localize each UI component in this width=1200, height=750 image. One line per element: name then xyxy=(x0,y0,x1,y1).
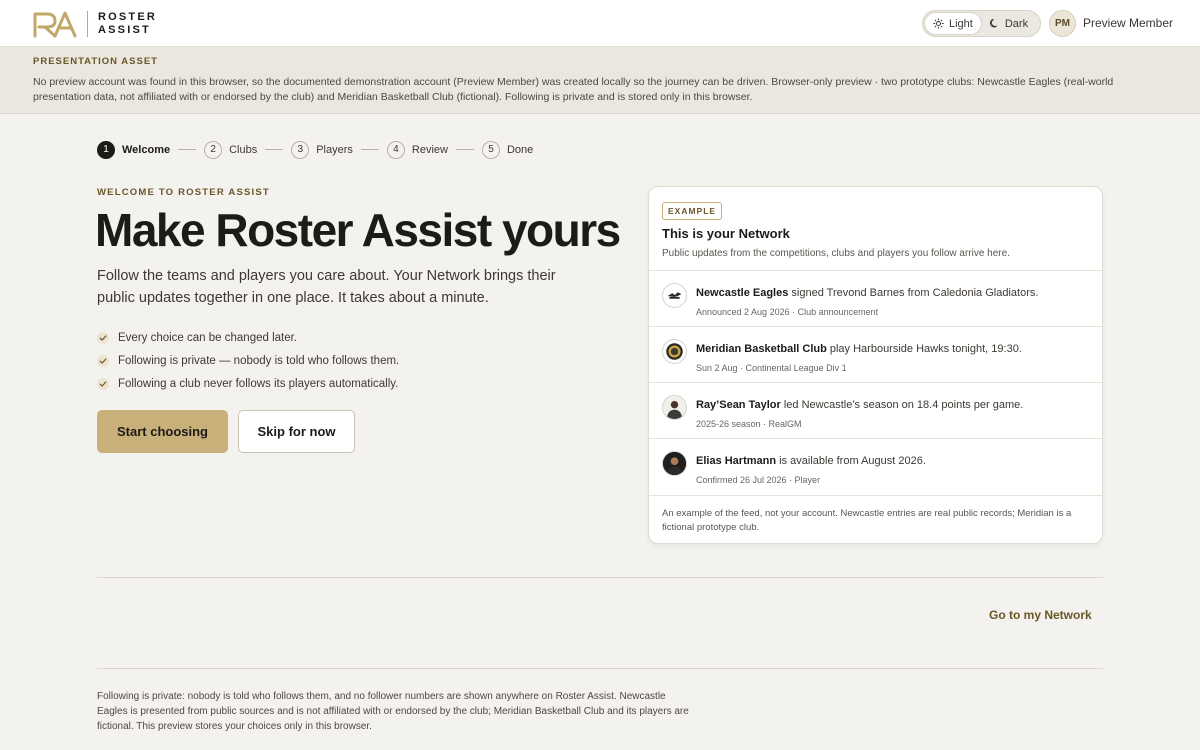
eagles-logo-icon xyxy=(662,283,687,308)
step-done[interactable]: 5 Done xyxy=(481,140,534,159)
step-review[interactable]: 4 Review xyxy=(386,140,448,159)
ra-monogram-icon xyxy=(33,11,77,38)
theme-dark-button[interactable]: Dark xyxy=(981,13,1036,34)
brand-wordmark: ROSTER ASSIST xyxy=(98,11,157,37)
logo-divider xyxy=(87,11,88,37)
check-icon xyxy=(97,331,109,344)
feed-meta: Confirmed 26 Jul 2026 · Player xyxy=(696,475,821,485)
step-welcome[interactable]: 1 Welcome xyxy=(97,140,171,159)
banner-title: PRESENTATION ASSET xyxy=(33,56,158,67)
step-label: Review xyxy=(411,143,448,156)
example-feed: Newcastle Eagles signed Trevond Barnes f… xyxy=(649,270,1102,496)
feed-subject[interactable]: Ray’Sean Taylor xyxy=(696,399,781,411)
user-name[interactable]: Preview Member xyxy=(1083,16,1173,30)
divider xyxy=(97,668,1103,669)
go-to-network-link[interactable]: Go to my Network xyxy=(989,608,1092,622)
list-item-text: Every choice can be changed later. xyxy=(118,331,298,344)
step-players[interactable]: 3 Players xyxy=(291,140,353,159)
feed-item: Ray’Sean Taylor led Newcastle’s season o… xyxy=(649,382,1102,438)
sun-icon xyxy=(933,18,944,29)
feed-item: Elias Hartmann is available from August … xyxy=(649,438,1102,496)
theme-light-label: Light xyxy=(949,17,973,30)
moon-icon xyxy=(989,18,997,28)
skip-for-now-button[interactable]: Skip for now xyxy=(238,410,355,453)
player-photo-icon xyxy=(662,395,687,420)
hero-eyebrow: WELCOME TO ROSTER ASSIST xyxy=(97,187,270,198)
banner-text: No preview account was found in this bro… xyxy=(33,76,1114,103)
feed-item: Newcastle Eagles signed Trevond Barnes f… xyxy=(649,270,1102,326)
feed-meta: 2025-26 season · RealGM xyxy=(696,419,802,429)
presentation-banner: PRESENTATION ASSET No preview account wa… xyxy=(0,47,1200,114)
step-number: 5 xyxy=(481,140,500,159)
step-number: 3 xyxy=(291,140,310,159)
step-connector xyxy=(178,149,197,150)
example-network-card: EXAMPLE This is your Network Public upda… xyxy=(648,186,1103,544)
footer-privacy-note: Following is private: nobody is told who… xyxy=(97,691,689,732)
list-item-text: Following a club never follows its playe… xyxy=(118,377,399,390)
card-title: This is your Network xyxy=(662,226,790,241)
feed-text: Elias Hartmann is available from August … xyxy=(696,455,926,467)
theme-dark-label: Dark xyxy=(1004,17,1029,30)
feed-body: is available from August 2026. xyxy=(776,455,926,467)
user-avatar[interactable]: PM xyxy=(1049,10,1076,37)
step-label: Done xyxy=(506,143,534,156)
hero-subtitle: Follow the teams and players you care ab… xyxy=(97,268,556,306)
step-label: Clubs xyxy=(229,143,258,156)
feed-meta: Announced 2 Aug 2026 · Club announcement xyxy=(696,307,879,317)
onboarding-stepper: 1 Welcome 2 Clubs 3 Players 4 Review 5 D… xyxy=(97,140,533,159)
step-number: 4 xyxy=(386,140,405,159)
feed-text: Meridian Basketball Club play Harboursid… xyxy=(696,343,1022,355)
player-photo-icon xyxy=(662,451,687,476)
list-item: Every choice can be changed later. xyxy=(97,326,399,349)
feed-item: Meridian Basketball Club play Harboursid… xyxy=(649,326,1102,382)
list-item: Following a club never follows its playe… xyxy=(97,372,399,395)
step-number: 1 xyxy=(97,140,115,159)
step-label: Players xyxy=(316,143,353,156)
brand-line-2: ASSIST xyxy=(98,24,151,36)
check-icon xyxy=(97,377,109,390)
feed-meta: Sun 2 Aug · Continental League Div 1 xyxy=(696,363,847,373)
card-subtitle: Public updates from the competitions, cl… xyxy=(662,248,1010,259)
feed-text: Ray’Sean Taylor led Newcastle’s season o… xyxy=(696,399,1023,411)
feed-body: signed Trevond Barnes from Caledonia Gla… xyxy=(788,287,1039,299)
divider xyxy=(97,577,1103,578)
step-connector xyxy=(360,149,379,150)
step-clubs[interactable]: 2 Clubs xyxy=(204,140,258,159)
feed-text: Newcastle Eagles signed Trevond Barnes f… xyxy=(696,287,1038,299)
step-connector xyxy=(455,149,474,150)
step-number: 2 xyxy=(204,140,223,159)
example-badge: EXAMPLE xyxy=(662,202,723,220)
step-label: Welcome xyxy=(122,143,171,156)
start-choosing-button[interactable]: Start choosing xyxy=(97,410,228,453)
assurance-list: Every choice can be changed later. Follo… xyxy=(97,326,399,395)
theme-light-button[interactable]: Light xyxy=(925,13,981,34)
check-icon xyxy=(97,354,109,367)
page-title: Make Roster Assist yours xyxy=(95,204,621,256)
feed-subject[interactable]: Elias Hartmann xyxy=(696,455,776,467)
meridian-crest-icon xyxy=(662,339,687,364)
card-footnote: An example of the feed, not your account… xyxy=(662,508,1072,533)
theme-toggle: Light Dark xyxy=(922,10,1041,37)
brand-logo[interactable]: ROSTER ASSIST xyxy=(33,10,157,38)
feed-subject[interactable]: Newcastle Eagles xyxy=(696,287,788,299)
feed-body: play Harbourside Hawks tonight, 19:30. xyxy=(826,343,1022,355)
list-item-text: Following is private — nobody is told wh… xyxy=(118,354,400,367)
step-connector xyxy=(265,149,284,150)
top-bar: ROSTER ASSIST Light Dark PM Preview Memb… xyxy=(0,0,1200,47)
list-item: Following is private — nobody is told wh… xyxy=(97,349,399,372)
feed-subject[interactable]: Meridian Basketball Club xyxy=(696,343,827,355)
feed-body: led Newcastle’s season on 18.4 points pe… xyxy=(780,399,1024,411)
brand-line-1: ROSTER xyxy=(98,11,158,23)
